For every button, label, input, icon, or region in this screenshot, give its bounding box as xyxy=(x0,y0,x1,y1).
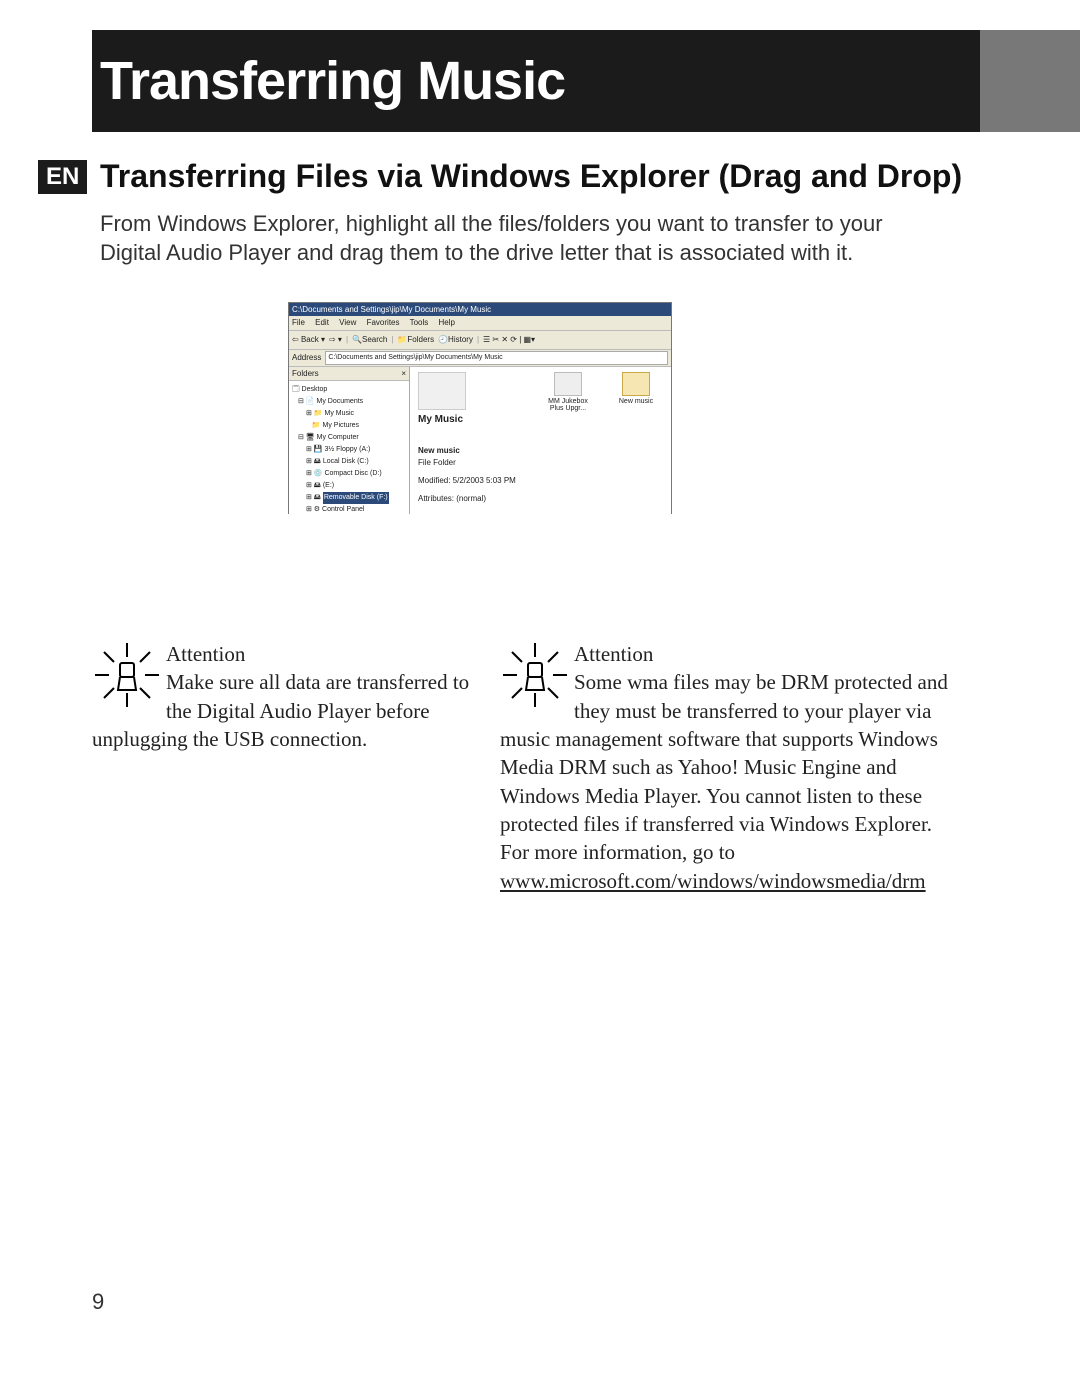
item-attributes: Attributes: (normal) xyxy=(418,493,538,505)
attention-box-1: Attention Make sure all data are transfe… xyxy=(92,640,472,753)
attention-icon xyxy=(92,640,162,710)
item-modified: Modified: 5/2/2003 5:03 PM xyxy=(418,475,538,487)
drm-link[interactable]: www.microsoft.com/windows/windowsmedia/d… xyxy=(500,869,926,893)
menu-favorites[interactable]: Favorites xyxy=(367,318,400,327)
tree-floppy[interactable]: ⊞ 💾 3½ Floppy (A:) xyxy=(306,444,406,456)
search-button[interactable]: 🔍Search xyxy=(352,331,387,349)
toolbar-sep: | xyxy=(346,331,348,349)
explorer-main-pane[interactable]: My Music New music File Folder Modified:… xyxy=(410,367,671,514)
page-title: Transferring Music xyxy=(92,30,980,132)
explorer-addressbar[interactable]: Address C:\Documents and Settings\jip\My… xyxy=(289,350,671,367)
menu-tools[interactable]: Tools xyxy=(410,318,429,327)
attention-more-info: For more information, go to xyxy=(500,840,735,864)
language-badge: EN xyxy=(38,160,87,194)
history-button[interactable]: 🕘History xyxy=(438,331,473,349)
toolbar-extra-icons[interactable]: ☰ ✂ ✕ ⟳ | ▦▾ xyxy=(483,331,535,349)
explorer-titlebar: C:\Documents and Settings\jip\My Documen… xyxy=(289,303,671,316)
tree-removable[interactable]: ⊞ 🖴 Removable Disk (F:) xyxy=(306,492,406,504)
explorer-window: C:\Documents and Settings\jip\My Documen… xyxy=(288,302,672,514)
attention-icon xyxy=(500,640,570,710)
attention-heading: Attention xyxy=(574,642,653,666)
folders-pane-header: Folders xyxy=(292,367,319,380)
folder-title: My Music xyxy=(418,414,538,425)
section-heading: Transferring Files via Windows Explorer … xyxy=(100,158,962,195)
folders-button[interactable]: 📁Folders xyxy=(397,331,434,349)
address-label: Address xyxy=(292,350,321,366)
menu-edit[interactable]: Edit xyxy=(315,318,329,327)
menu-file[interactable]: File xyxy=(292,318,305,327)
tree-mypictures[interactable]: 📁 My Pictures xyxy=(306,420,406,432)
toolbar-sep3: | xyxy=(477,331,479,349)
tree-mycomputer[interactable]: ⊟ 🖥 My Computer xyxy=(298,432,406,444)
intro-paragraph: From Windows Explorer, highlight all the… xyxy=(100,210,930,267)
tree-localdisk[interactable]: ⊞ 🖴 Local Disk (C:) xyxy=(306,456,406,468)
forward-button[interactable]: ⇨ ▾ xyxy=(329,331,342,349)
back-button[interactable]: ⇦ Back ▾ xyxy=(292,331,325,349)
folders-pane[interactable]: Folders × 🗔 Desktop ⊟ 📄 My Documents ⊞ 📁… xyxy=(289,367,410,514)
folder-icon xyxy=(418,372,466,410)
item-type: File Folder xyxy=(418,457,538,469)
tree-mymusic[interactable]: ⊞ 📁 My Music xyxy=(306,408,406,420)
folders-pane-close-icon[interactable]: × xyxy=(401,367,406,380)
tree-drive-e[interactable]: ⊞ 🖴 (E:) xyxy=(306,480,406,492)
address-input[interactable]: C:\Documents and Settings\jip\My Documen… xyxy=(325,351,668,365)
page-number: 9 xyxy=(92,1289,104,1315)
explorer-menubar[interactable]: File Edit View Favorites Tools Help xyxy=(289,316,671,331)
tree-compactdisc[interactable]: ⊞ 💿 Compact Disc (D:) xyxy=(306,468,406,480)
item-name: New music xyxy=(418,445,538,457)
tree-desktop[interactable]: 🗔 Desktop xyxy=(292,384,406,396)
menu-view[interactable]: View xyxy=(339,318,356,327)
folder-tree[interactable]: 🗔 Desktop ⊟ 📄 My Documents ⊞ 📁 My Music … xyxy=(289,381,409,514)
tree-mydocuments[interactable]: ⊟ 📄 My Documents xyxy=(298,396,406,408)
header-band: Transferring Music xyxy=(92,30,1080,132)
toolbar-sep2: | xyxy=(391,331,393,349)
attention-heading: Attention xyxy=(166,642,245,666)
icon-newmusic[interactable]: New music xyxy=(611,372,661,405)
tree-controlpanel[interactable]: ⊞ ⚙ Control Panel xyxy=(306,504,406,514)
menu-help[interactable]: Help xyxy=(439,318,455,327)
attention-box-2: Attention Some wma files may be DRM prot… xyxy=(500,640,970,895)
icon-jukebox[interactable]: MM Jukebox Plus Upgr... xyxy=(543,372,593,412)
explorer-toolbar[interactable]: ⇦ Back ▾ ⇨ ▾ | 🔍Search | 📁Folders 🕘Histo… xyxy=(289,331,671,350)
